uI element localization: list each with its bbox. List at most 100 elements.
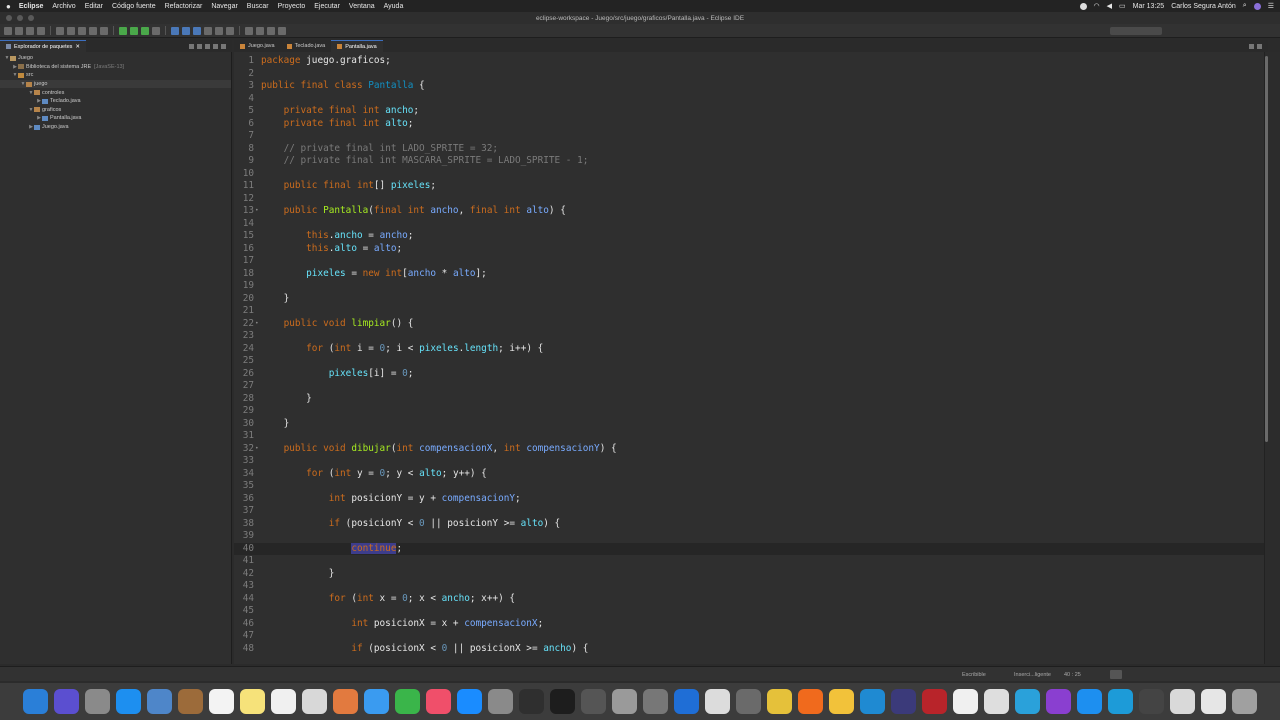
code-line[interactable]: 27 <box>234 380 1264 393</box>
pen-icon[interactable] <box>226 26 234 35</box>
zoom-window-icon[interactable] <box>28 15 34 21</box>
appstore-connect-icon[interactable] <box>1077 689 1102 714</box>
menu-app-name[interactable]: Eclipse <box>19 3 44 10</box>
telegram-icon[interactable] <box>1015 689 1040 714</box>
build-icon[interactable] <box>56 26 64 35</box>
code-line[interactable]: 36 int posicionY = y + compensacionY; <box>234 493 1264 506</box>
menu-codigo-fuente[interactable]: Código fuente <box>112 3 156 10</box>
close-window-icon[interactable] <box>6 15 12 21</box>
fold-marker-icon[interactable]: • <box>255 443 260 456</box>
save-icon[interactable] <box>15 26 23 35</box>
code-line[interactable]: 22 • public void limpiar() { <box>234 318 1264 331</box>
debug-icon[interactable] <box>119 26 127 35</box>
finder-icon[interactable] <box>23 689 48 714</box>
maximize-editor-icon[interactable] <box>1257 43 1262 49</box>
facetime-icon[interactable] <box>395 689 420 714</box>
close-tab-icon[interactable]: ✕ <box>75 44 80 50</box>
tab-juego-java[interactable]: Juego.java <box>234 40 281 52</box>
annotation-next-icon[interactable] <box>245 26 253 35</box>
music-icon[interactable] <box>426 689 451 714</box>
notes-icon[interactable] <box>240 689 265 714</box>
code-line[interactable]: 46 int posicionX = x + compensacionX; <box>234 618 1264 631</box>
print-icon[interactable] <box>37 26 45 35</box>
progress-icon[interactable] <box>1110 670 1122 679</box>
external-tools-icon[interactable] <box>152 26 160 35</box>
user-name[interactable]: Carlos Segura Antón <box>1171 3 1236 10</box>
code-line[interactable]: 3 public final class Pantalla { <box>234 80 1264 93</box>
code-line[interactable]: 41 <box>234 555 1264 568</box>
tab-teclado-java[interactable]: Teclado.java <box>281 40 332 52</box>
code-line[interactable]: 34 for (int y = 0; y < alto; y++) { <box>234 468 1264 481</box>
launchpad-icon[interactable] <box>85 689 110 714</box>
vscode-icon[interactable] <box>860 689 885 714</box>
code-line[interactable]: 18 pixeles = new int[ancho * alto]; <box>234 268 1264 281</box>
code-line[interactable]: 19 <box>234 280 1264 293</box>
link-editor-icon[interactable] <box>197 43 202 49</box>
code-line[interactable]: 15 this.ancho = ancho; <box>234 230 1264 243</box>
reminders-icon[interactable] <box>271 689 296 714</box>
menu-ventana[interactable]: Ventana <box>349 3 375 10</box>
code-line[interactable]: 4 <box>234 93 1264 106</box>
grapher-icon[interactable] <box>736 689 761 714</box>
safari-dark-icon[interactable] <box>581 689 606 714</box>
record-icon[interactable] <box>1079 2 1087 10</box>
terminal-toolbar-icon[interactable] <box>78 26 86 35</box>
quick-access-input[interactable] <box>1110 27 1162 35</box>
edge-icon[interactable] <box>1108 689 1133 714</box>
new-package-icon[interactable] <box>182 26 190 35</box>
editor-scrollbar[interactable] <box>1265 56 1268 442</box>
tree-item[interactable]: ▼ graficos <box>0 106 231 115</box>
run-icon[interactable] <box>130 26 138 35</box>
menu-buscar[interactable]: Buscar <box>247 3 269 10</box>
tree-item[interactable]: ▶ Teclado.java <box>0 97 231 106</box>
new-java-project-icon[interactable] <box>171 26 179 35</box>
keychain-icon[interactable] <box>1170 689 1195 714</box>
code-line[interactable]: 11 public final int[] pixeles; <box>234 180 1264 193</box>
firefox-icon[interactable] <box>798 689 823 714</box>
code-line[interactable]: 30 } <box>234 418 1264 431</box>
code-line[interactable]: 48 if (posicionX < 0 || posicionX >= anc… <box>234 643 1264 656</box>
code-line[interactable]: 14 <box>234 218 1264 231</box>
search-icon[interactable]: ⌕ <box>1243 2 1247 10</box>
code-line[interactable]: 10 <box>234 168 1264 181</box>
code-line[interactable]: 26 pixeles[i] = 0; <box>234 368 1264 381</box>
minimize-window-icon[interactable] <box>17 15 23 21</box>
code-line[interactable]: 29 <box>234 405 1264 418</box>
tree-item[interactable]: ▼ juego <box>0 79 231 89</box>
notes-brown-icon[interactable] <box>178 689 203 714</box>
code-line[interactable]: 21 <box>234 305 1264 318</box>
code-line[interactable]: 44 for (int x = 0; x < ancho; x++) { <box>234 593 1264 606</box>
refresh-icon[interactable] <box>67 26 75 35</box>
system-preferences-icon[interactable] <box>488 689 513 714</box>
tree-item[interactable]: ▶ Juego.java <box>0 123 231 132</box>
new-icon[interactable] <box>4 26 12 35</box>
filter-icon[interactable] <box>100 26 108 35</box>
clock[interactable]: Mar 13:25 <box>1133 3 1165 10</box>
preview-icon[interactable] <box>147 689 172 714</box>
code-line[interactable]: 7 <box>234 130 1264 143</box>
annotation-prev-icon[interactable] <box>256 26 264 35</box>
document-icon[interactable] <box>953 689 978 714</box>
code-line[interactable]: 40 continue; <box>234 542 1264 555</box>
terminal-icon[interactable] <box>550 689 575 714</box>
activity-monitor-icon[interactable] <box>519 689 544 714</box>
maximize-view-icon[interactable] <box>221 43 226 49</box>
safari-icon[interactable] <box>116 689 141 714</box>
code-line[interactable]: 2 <box>234 68 1264 81</box>
trash-icon[interactable] <box>1232 689 1257 714</box>
open-type-icon[interactable] <box>204 26 212 35</box>
eclipse-icon[interactable] <box>891 689 916 714</box>
code-line[interactable]: 37 <box>234 505 1264 518</box>
coverage-icon[interactable] <box>141 26 149 35</box>
bulb-icon[interactable] <box>829 689 854 714</box>
code-line[interactable]: 1 package juego.graficos; <box>234 55 1264 68</box>
grid-icon[interactable] <box>89 26 97 35</box>
siri-menubar-icon[interactable] <box>1253 2 1261 10</box>
code-line[interactable]: 6 private final int alto; <box>234 118 1264 131</box>
app-store-icon[interactable] <box>457 689 482 714</box>
calendar-icon[interactable] <box>209 689 234 714</box>
code-editor[interactable]: 1 package juego.graficos; 2 3 public final c… <box>234 52 1264 664</box>
save-all-icon[interactable] <box>26 26 34 35</box>
forward-icon[interactable] <box>278 26 286 35</box>
menu-navegar[interactable]: Navegar <box>211 3 237 10</box>
